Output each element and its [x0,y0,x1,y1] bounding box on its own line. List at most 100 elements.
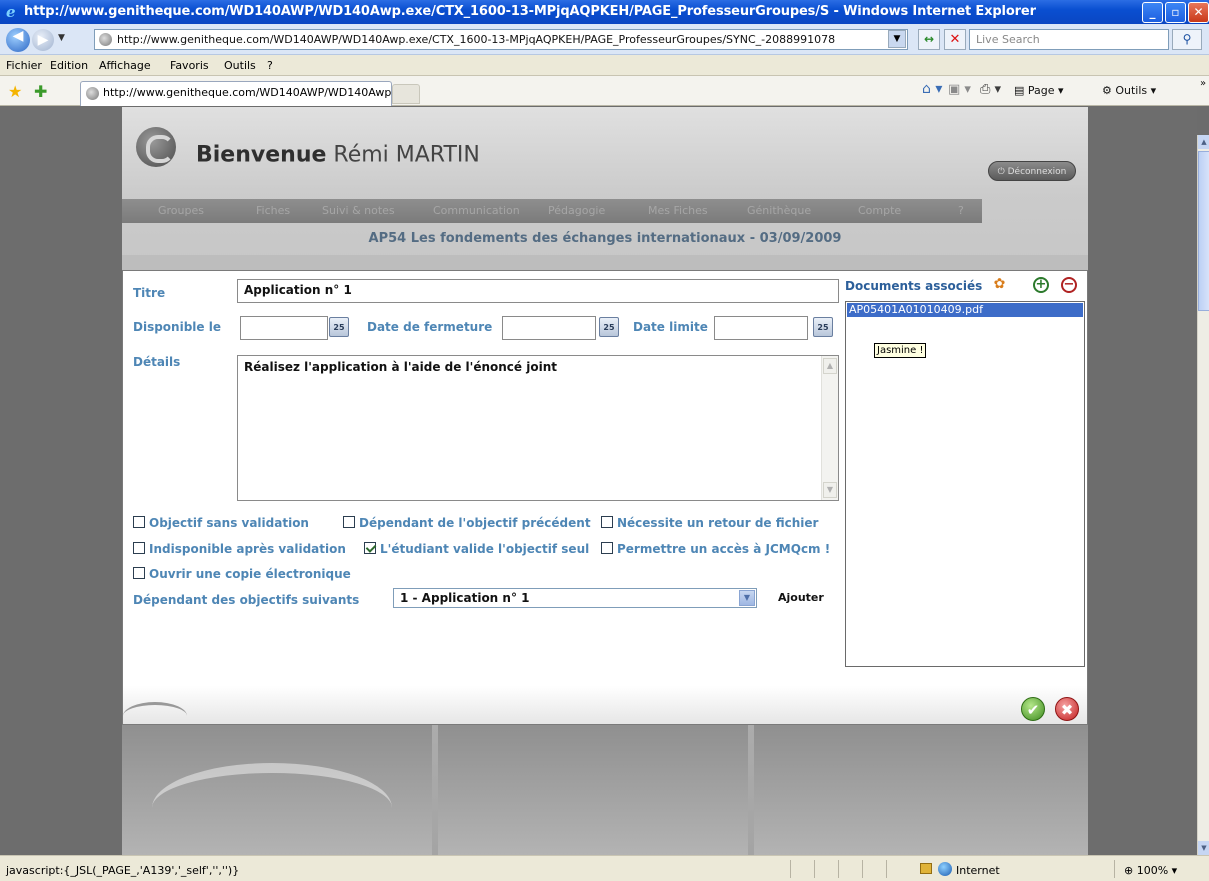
logout-label: Déconnexion [1007,167,1067,177]
nav-groupes[interactable]: Groupes [158,204,204,217]
option-label: Indisponible après validation [149,542,346,556]
checkbox[interactable] [601,542,613,554]
recent-pages-dropdown[interactable]: ▼ [58,33,65,43]
page-scrollbar[interactable]: ▲ ▼ [1197,135,1209,855]
close-window-button[interactable]: ✕ [1188,2,1209,23]
refresh-icon[interactable]: ↔ [918,29,940,50]
add-favorite-icon[interactable]: ✚ [34,82,47,101]
menu-file[interactable]: Fichier [6,59,42,72]
welcome-text: Bienvenue Rémi MARTIN [196,143,480,168]
protected-mode-icon[interactable] [920,863,932,874]
scroll-down-icon[interactable]: ▼ [823,482,837,498]
documents-settings-icon[interactable]: ✿ [991,276,1008,293]
zoom-level: 100% [1136,864,1169,877]
close-date-field[interactable] [502,316,596,340]
menu-favorites[interactable]: Favoris [170,59,209,72]
depends-select[interactable]: 1 - Application n° 1 ▼ [393,588,757,608]
objective-dialog: Titre Application n° 1 Disponible le 25 … [122,270,1088,725]
document-item[interactable]: AP05401A01010409.pdf [847,303,1083,317]
background-cell [754,723,1088,855]
search-input[interactable]: Live Search [969,29,1169,50]
tools-menu-label: Outils [1115,84,1148,97]
title-label: Titre [133,286,166,300]
address-dropdown-button[interactable]: ▼ [888,30,906,48]
welcome-user: Rémi MARTIN [333,142,480,168]
menu-tools[interactable]: Outils [224,59,256,72]
option-label: L'étudiant valide l'objectif seul [380,542,590,556]
address-toolbar: ◀ ▶ ▼ http://www.genitheque.com/WD140AWP… [0,24,1209,55]
tooltip: Jasmine ! [874,343,927,358]
scroll-down-icon[interactable]: ▼ [1198,841,1209,855]
menu-help[interactable]: ? [267,59,273,72]
new-tab-button[interactable] [392,84,420,104]
add-document-icon[interactable]: + [1033,277,1049,293]
option-file-return[interactable]: Nécessite un retour de fichier [601,516,818,530]
back-arrow-icon[interactable]: ◀ [6,28,30,52]
rss-feed-icon[interactable]: ▣ ▾ [948,82,971,97]
print-icon[interactable]: ⎙ ▾ [980,82,1001,97]
nav-suivi-notes[interactable]: Suivi & notes [322,204,395,217]
status-separator [1114,860,1115,878]
chevron-more-icon[interactable]: » [1200,78,1206,89]
scroll-up-icon[interactable]: ▲ [1198,135,1209,149]
menu-view[interactable]: Affichage [99,59,151,72]
details-scrollbar[interactable]: ▲ ▼ [821,356,838,500]
option-student-validates[interactable]: L'étudiant valide l'objectif seul [364,542,589,556]
option-label: Nécessite un retour de fichier [617,516,819,530]
checkbox[interactable] [133,542,145,554]
favorites-star-icon[interactable]: ★ [8,82,22,101]
stop-icon[interactable]: ✕ [944,29,966,50]
ie-logo-icon: e [6,3,16,21]
remove-document-icon[interactable]: − [1061,277,1077,293]
deadline-field[interactable] [714,316,808,340]
address-input[interactable]: http://www.genitheque.com/WD140AWP/WD140… [94,29,908,50]
option-unavailable-after-validation[interactable]: Indisponible après validation [133,542,346,556]
zoom-control[interactable]: ⊕ 100% ▾ [1124,864,1177,877]
title-field[interactable]: Application n° 1 [237,279,839,303]
site-nav: Groupes Fiches Suivi & notes Communicati… [122,199,982,223]
tools-menu-button[interactable]: ⚙ Outils ▾ [1102,84,1156,97]
decorative-swoosh [152,763,392,853]
option-depends-previous[interactable]: Dépendant de l'objectif précédent [343,516,591,530]
nav-mes-fiches[interactable]: Mes Fiches [648,204,708,217]
window-title-bar[interactable]: e http://www.genitheque.com/WD140AWP/WD1… [0,0,1209,24]
checkbox-checked[interactable] [364,542,376,554]
maximize-button[interactable]: ▫ [1165,2,1186,23]
add-dependency-button[interactable]: Ajouter [778,591,824,604]
status-separator [886,860,887,878]
page-menu-button[interactable]: ▤ Page ▾ [1014,84,1064,97]
nav-help[interactable]: ? [958,204,964,217]
option-no-validation[interactable]: Objectif sans validation [133,516,309,530]
tab-favicon-icon [86,87,99,100]
checkbox[interactable] [601,516,613,528]
available-date-field[interactable] [240,316,328,340]
checkbox[interactable] [133,516,145,528]
nav-compte[interactable]: Compte [858,204,901,217]
search-icon[interactable]: ⚲ [1172,29,1202,50]
checkbox[interactable] [343,516,355,528]
nav-fiches[interactable]: Fiches [256,204,290,217]
calendar-icon[interactable]: 25 [813,317,833,337]
forward-arrow-icon[interactable]: ▶ [32,29,54,51]
details-textarea[interactable]: Réalisez l'application à l'aide de l'éno… [237,355,839,501]
nav-communication[interactable]: Communication [433,204,520,217]
checkbox[interactable] [133,567,145,579]
scrollbar-thumb[interactable] [1198,151,1209,311]
nav-genitheque[interactable]: Génithèque [747,204,811,217]
page-menu-label: Page [1027,84,1055,97]
menu-edit[interactable]: Edition [50,59,88,72]
chevron-down-icon[interactable]: ▼ [739,590,755,606]
logout-button[interactable]: ⏻ Déconnexion [988,161,1076,181]
nav-pedagogie[interactable]: Pédagogie [548,204,605,217]
checkmark-icon[interactable]: ✔ [1021,697,1045,721]
option-label: Dépendant de l'objectif précédent [359,516,591,530]
home-icon[interactable]: ⌂ ▾ [922,81,942,97]
minimize-button[interactable]: _ [1142,2,1163,23]
calendar-icon[interactable]: 25 [329,317,349,337]
scroll-up-icon[interactable]: ▲ [823,358,837,374]
calendar-icon[interactable]: 25 [599,317,619,337]
option-electronic-copy[interactable]: Ouvrir une copie électronique [133,567,351,581]
cancel-icon[interactable]: ✖ [1055,697,1079,721]
option-jcmqcm-access[interactable]: Permettre un accès à JCMQcm ! [601,542,830,556]
browser-tab[interactable]: http://www.genitheque.com/WD140AWP/WD140… [80,81,392,106]
